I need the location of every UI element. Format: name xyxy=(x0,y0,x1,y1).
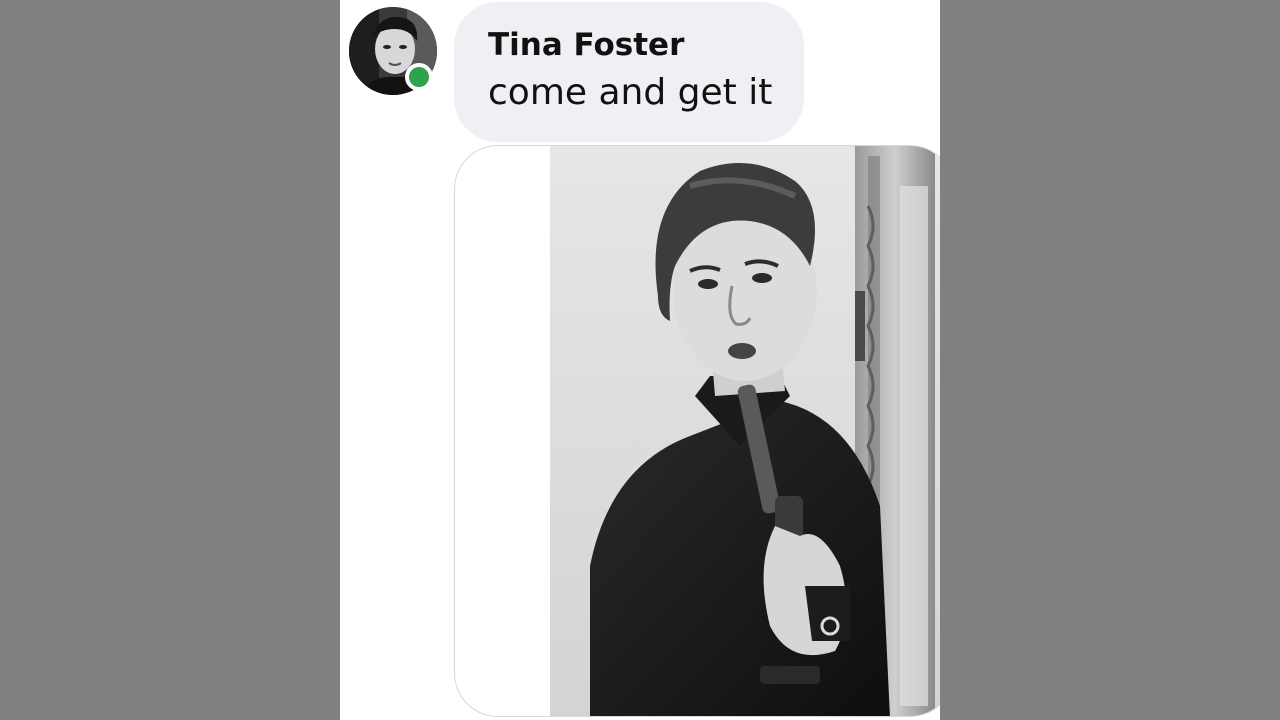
screen-backdrop: Tina Foster come and get it xyxy=(0,0,1280,720)
photo-attachment[interactable] xyxy=(454,145,940,717)
sender-name: Tina Foster xyxy=(488,27,685,63)
chat-thread[interactable]: Tina Foster come and get it xyxy=(340,0,940,720)
attachment-image[interactable] xyxy=(550,146,940,716)
message-bubble[interactable]: Tina Foster come and get it xyxy=(454,2,804,142)
online-status-indicator xyxy=(405,63,433,91)
message-text: come and get it xyxy=(488,72,773,113)
photo-image-icon xyxy=(550,146,940,716)
